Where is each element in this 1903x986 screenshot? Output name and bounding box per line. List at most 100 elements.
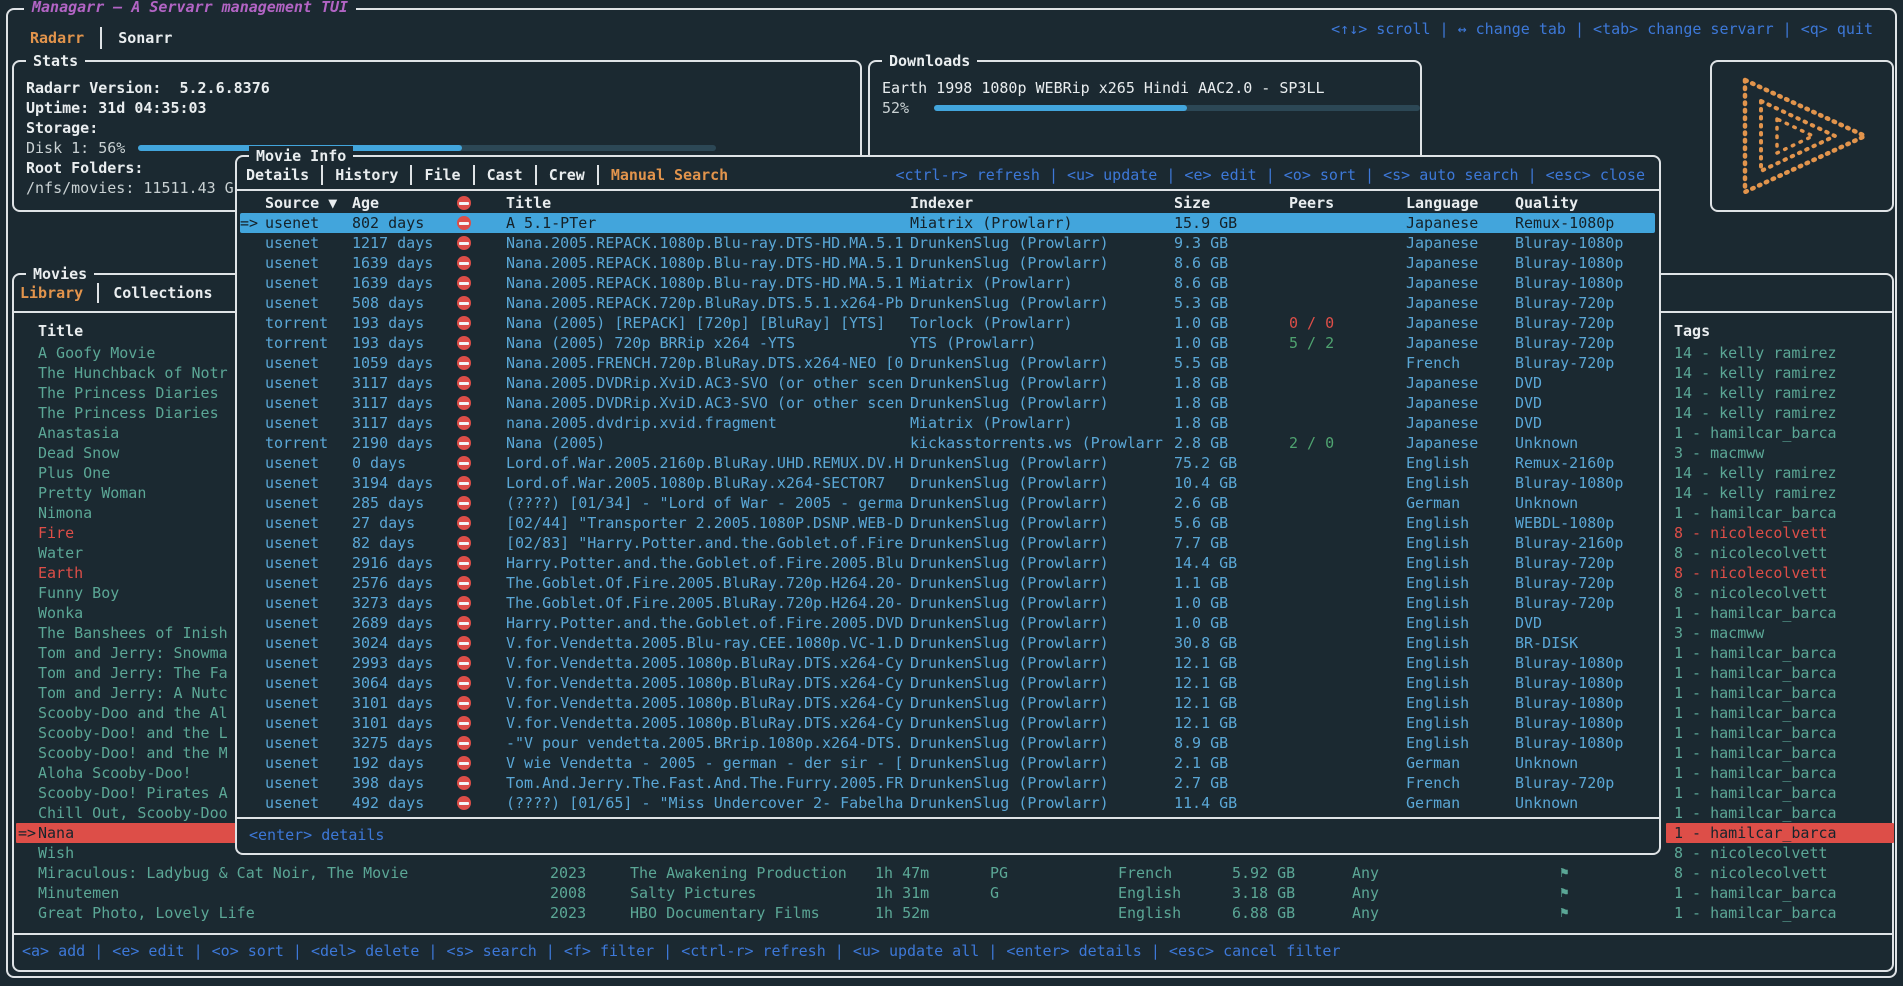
result-size: 12.1 GB — [1174, 693, 1237, 713]
result-title: Nana (2005) [REPACK] [720p] [BluRay] [YT… — [506, 313, 906, 333]
result-age: 192 days — [352, 753, 424, 773]
search-result-row[interactable]: usenet 1059 days Nana.2005.FRENCH.720p.B… — [237, 353, 1659, 373]
search-result-row[interactable]: usenet 2576 days The.Goblet.Of.Fire.2005… — [237, 573, 1659, 593]
result-size: 1.1 GB — [1174, 573, 1228, 593]
result-title: Nana.2005.REPACK.720p.BluRay.DTS.5.1.x26… — [506, 293, 906, 313]
movie-title: Aloha Scooby-Doo! — [38, 764, 192, 782]
disk-usage-bar — [138, 145, 716, 151]
search-result-row[interactable]: usenet 3101 days V.for.Vendetta.2005.108… — [237, 713, 1659, 733]
search-result-row[interactable]: usenet 1639 days Nana.2005.REPACK.1080p.… — [237, 273, 1659, 293]
result-quality: DVD — [1515, 413, 1542, 433]
search-result-row[interactable]: usenet 3273 days The.Goblet.Of.Fire.2005… — [237, 593, 1659, 613]
search-result-row[interactable]: usenet 3117 days Nana.2005.DVDRip.XviD.A… — [237, 373, 1659, 393]
search-result-row[interactable]: usenet 2689 days Harry.Potter.and.the.Go… — [237, 613, 1659, 633]
version-value: 5.2.6.8376 — [179, 79, 269, 97]
no-entry-icon — [457, 433, 471, 453]
result-indexer: DrunkenSlug (Prowlarr) — [910, 573, 1170, 593]
result-quality: Bluray-1080p — [1515, 653, 1623, 673]
movie-tag-cell: 14 - kelly ramirez — [1666, 343, 1894, 363]
result-language: French — [1406, 353, 1460, 373]
no-entry-icon — [457, 573, 471, 593]
search-result-row[interactable]: => usenet 802 days A 5.1-PTer Miatrix (P… — [237, 213, 1659, 233]
search-result-row[interactable]: usenet 3117 days nana.2005.dvdrip.xvid.f… — [237, 413, 1659, 433]
search-result-row[interactable]: usenet 3117 days Nana.2005.DVDRip.XviD.A… — [237, 393, 1659, 413]
search-result-row[interactable]: usenet 1639 days Nana.2005.REPACK.1080p.… — [237, 253, 1659, 273]
result-size: 12.1 GB — [1174, 653, 1237, 673]
no-entry-icon — [457, 733, 471, 753]
movie-info-title: Movie Info — [249, 146, 353, 166]
movie-info-tab[interactable]: Details — [239, 165, 321, 185]
movie-info-tab[interactable]: Manual Search — [597, 165, 740, 185]
title-column-header: Title — [38, 321, 83, 341]
search-result-row[interactable]: torrent 193 days Nana (2005) [REPACK] [7… — [237, 313, 1659, 333]
search-result-row[interactable]: usenet 1217 days Nana.2005.REPACK.1080p.… — [237, 233, 1659, 253]
movie-tag-cell: 8 - nicolecolvett — [1666, 523, 1894, 543]
movies-tab[interactable]: Collections — [97, 283, 226, 303]
indexer-column-header[interactable]: Indexer — [910, 193, 973, 213]
search-result-row[interactable]: usenet 27 days [02/44] "Transporter 2.20… — [237, 513, 1659, 533]
result-indexer: DrunkenSlug (Prowlarr) — [910, 633, 1170, 653]
search-result-row[interactable]: usenet 0 days Lord.of.War.2005.2160p.Blu… — [237, 453, 1659, 473]
servarr-tab[interactable]: Radarr — [22, 27, 100, 49]
search-result-row[interactable]: usenet 2993 days V.for.Vendetta.2005.108… — [237, 653, 1659, 673]
result-size: 2.8 GB — [1174, 433, 1228, 453]
source-column-header[interactable]: Source ▼ — [265, 193, 337, 213]
movie-title: The Princess Diaries — [38, 384, 219, 402]
search-result-row[interactable]: usenet 285 days (????) [01/34] - "Lord o… — [237, 493, 1659, 513]
search-result-row[interactable]: usenet 398 days Tom.And.Jerry.The.Fast.A… — [237, 773, 1659, 793]
search-result-row[interactable]: usenet 3024 days V.for.Vendetta.2005.Blu… — [237, 633, 1659, 653]
servarr-tab[interactable]: Sonarr — [100, 27, 188, 49]
movie-title: The Princess Diaries — [38, 404, 219, 422]
result-language: English — [1406, 633, 1469, 653]
search-result-row[interactable]: usenet 492 days (????) [01/65] - "Miss U… — [237, 793, 1659, 813]
result-source: torrent — [265, 333, 328, 353]
search-result-row[interactable]: usenet 192 days V wie Vendetta - 2005 - … — [237, 753, 1659, 773]
size-column-header[interactable]: Size — [1174, 193, 1210, 213]
search-result-row[interactable]: torrent 193 days Nana (2005) 720p BRRip … — [237, 333, 1659, 353]
result-age: 1059 days — [352, 353, 433, 373]
search-result-row[interactable]: usenet 2916 days Harry.Potter.and.the.Go… — [237, 553, 1659, 573]
movie-info-tab[interactable]: History — [321, 165, 410, 185]
result-language: German — [1406, 793, 1460, 813]
movies-tab[interactable]: Library — [16, 283, 97, 303]
quality-column-header[interactable]: Quality — [1515, 193, 1578, 213]
result-source: usenet — [265, 373, 319, 393]
movie-info-tab[interactable]: File — [410, 165, 472, 185]
movie-runtime: 1h 47m — [875, 863, 929, 883]
result-size: 5.5 GB — [1174, 353, 1228, 373]
age-column-header[interactable]: Age — [352, 193, 379, 213]
result-source: usenet — [265, 713, 319, 733]
title-column-header[interactable]: Title — [506, 193, 551, 213]
movie-title: Pretty Woman — [38, 484, 146, 502]
peers-column-header[interactable]: Peers — [1289, 193, 1334, 213]
search-result-row[interactable]: torrent 2190 days Nana (2005) kickasstor… — [237, 433, 1659, 453]
movie-info-tab[interactable]: Crew — [535, 165, 597, 185]
movie-detail-row: 2008 Salty Pictures 1h 31m G English 3.1… — [14, 883, 1892, 903]
movie-studio: The Awakening Production — [630, 863, 847, 883]
result-size: 12.1 GB — [1174, 673, 1237, 693]
result-language: English — [1406, 533, 1469, 553]
result-indexer: DrunkenSlug (Prowlarr) — [910, 613, 1170, 633]
search-result-row[interactable]: usenet 3064 days V.for.Vendetta.2005.108… — [237, 673, 1659, 693]
movie-tag-cell: 1 - hamilcar_barca — [1666, 803, 1894, 823]
movie-info-tab[interactable]: Cast — [473, 165, 535, 185]
movie-title: Nimona — [38, 504, 92, 522]
movie-tag-cell: 1 - hamilcar_barca — [1666, 823, 1894, 843]
search-result-row[interactable]: usenet 82 days [02/83] "Harry.Potter.and… — [237, 533, 1659, 553]
result-quality: DVD — [1515, 393, 1542, 413]
result-title: nana.2005.dvdrip.xvid.fragment — [506, 413, 906, 433]
movie-tag-cell: 8 - nicolecolvett — [1666, 843, 1894, 863]
selected-marker: => — [240, 213, 258, 233]
search-result-row[interactable]: usenet 3194 days Lord.of.War.2005.1080p.… — [237, 473, 1659, 493]
movie-title: Scooby-Doo and the Al — [38, 704, 228, 722]
movie-tag-cell: 1 - hamilcar_barca — [1666, 683, 1894, 703]
result-quality: Remux-2160p — [1515, 453, 1614, 473]
no-entry-icon — [457, 333, 471, 353]
language-column-header[interactable]: Language — [1406, 193, 1478, 213]
search-result-row[interactable]: usenet 3101 days V.for.Vendetta.2005.108… — [237, 693, 1659, 713]
search-result-row[interactable]: usenet 3275 days -"V pour vendetta.2005.… — [237, 733, 1659, 753]
result-age: 2689 days — [352, 613, 433, 633]
result-size: 9.3 GB — [1174, 233, 1228, 253]
search-result-row[interactable]: usenet 508 days Nana.2005.REPACK.720p.Bl… — [237, 293, 1659, 313]
result-source: usenet — [265, 533, 319, 553]
